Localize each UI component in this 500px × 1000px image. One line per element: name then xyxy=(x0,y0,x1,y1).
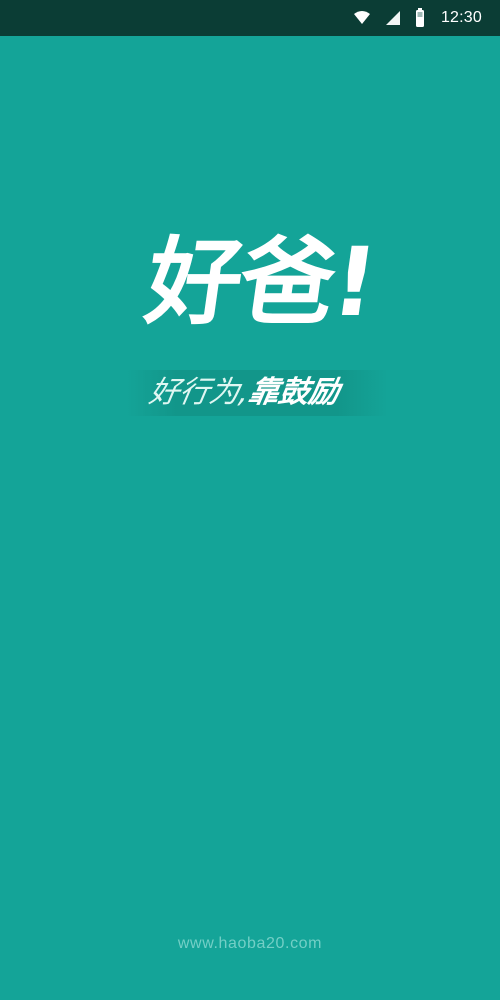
splash-screen: 12:30 好爸! 好行为,靠鼓励 www.haoba20.com xyxy=(0,0,500,1000)
slogan-part-2: 靠鼓励 xyxy=(245,375,343,410)
app-logo-title: 好爸! xyxy=(139,228,383,338)
slogan-part-1: 好行为, xyxy=(146,375,253,410)
wifi-icon xyxy=(353,11,371,25)
status-bar: 12:30 xyxy=(0,0,500,36)
status-icons: 12:30 xyxy=(353,0,482,36)
battery-icon xyxy=(415,8,425,28)
slogan-text: 好行为,靠鼓励 xyxy=(146,374,342,412)
slogan-banner: 好行为,靠鼓励 xyxy=(126,370,388,416)
website-url: www.haoba20.com xyxy=(177,935,323,952)
cell-signal-icon xyxy=(385,10,401,26)
status-time: 12:30 xyxy=(440,9,482,26)
